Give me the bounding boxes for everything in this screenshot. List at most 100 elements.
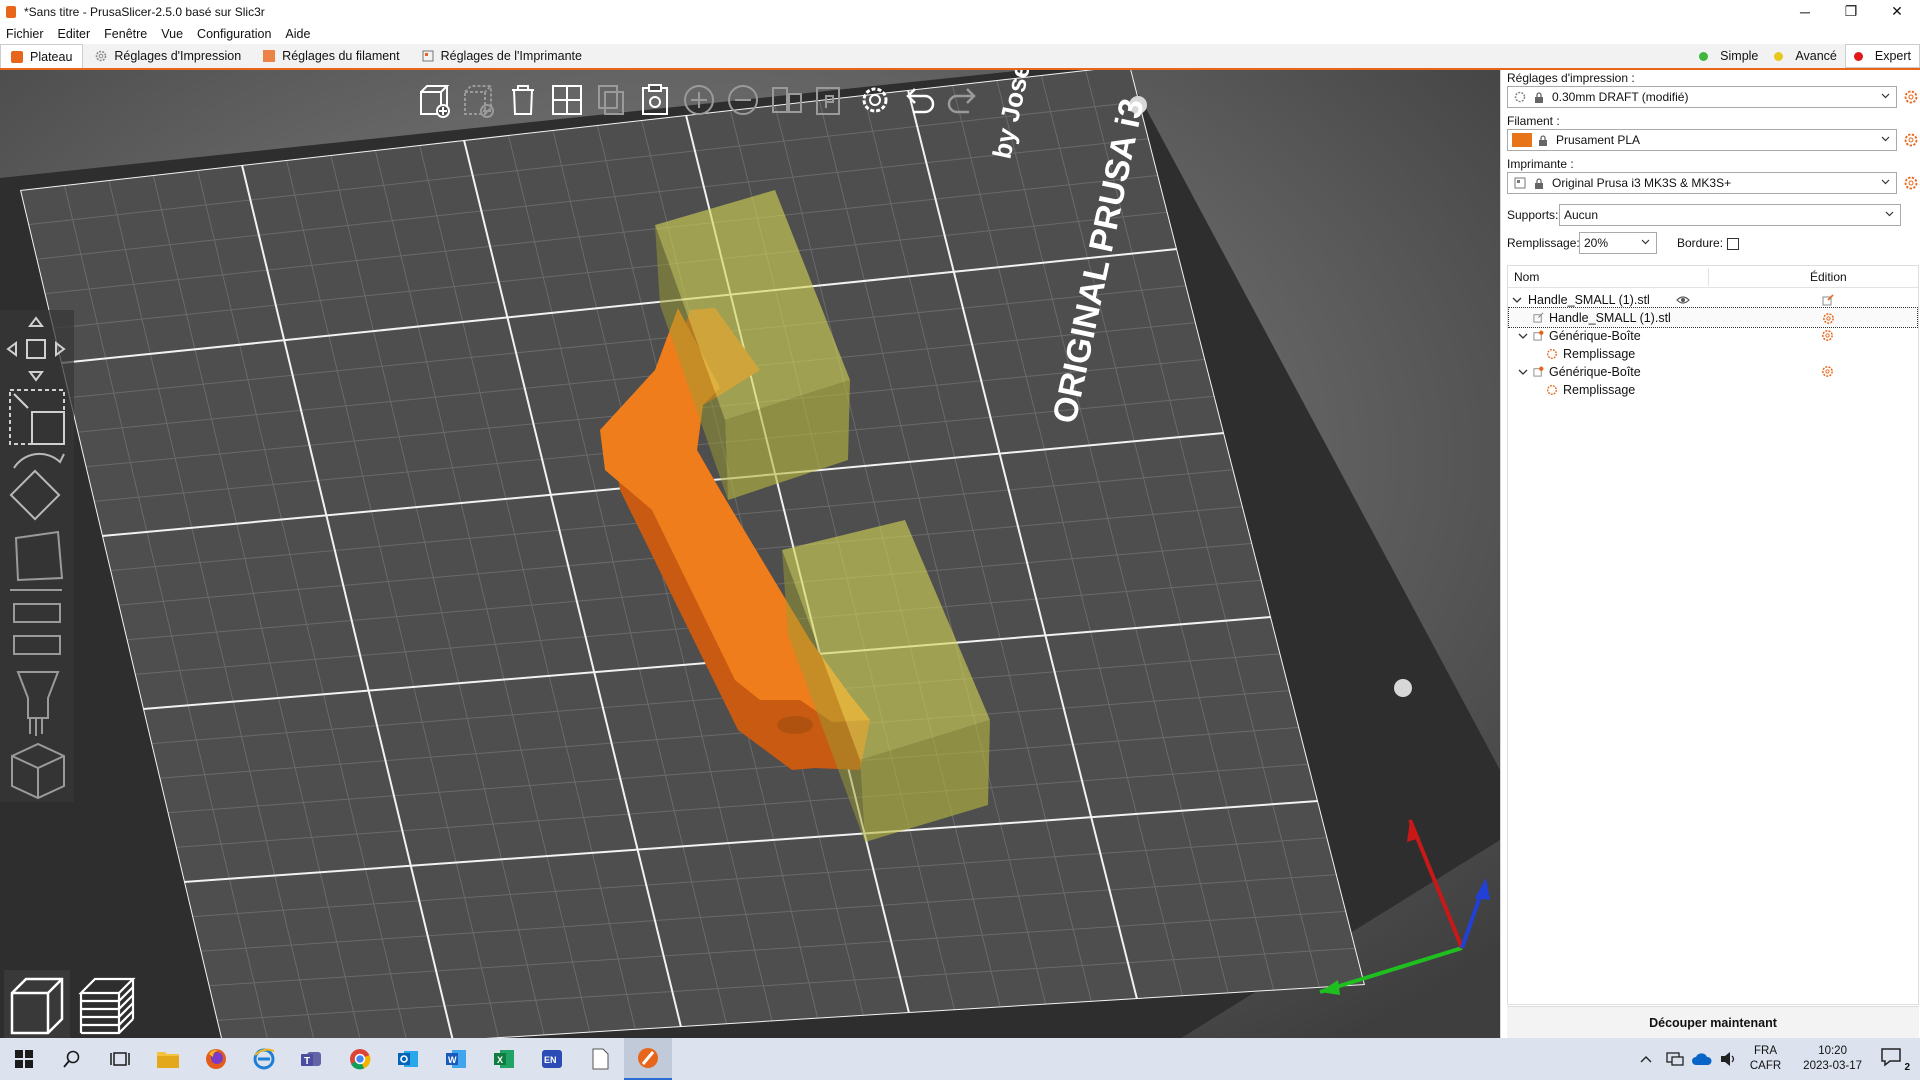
file-explorer-button[interactable] [144, 1038, 192, 1080]
copy-icon [598, 85, 624, 115]
word-button[interactable]: W [432, 1038, 480, 1080]
tab-filament-settings[interactable]: Réglages du filament [253, 44, 409, 68]
menu-vue[interactable]: Vue [161, 27, 183, 41]
chevron-up-icon[interactable] [1640, 1054, 1652, 1064]
delete-object-icon [464, 85, 494, 118]
search-icon [63, 1050, 80, 1068]
chrome-button[interactable] [336, 1038, 384, 1080]
printer-icon [422, 50, 434, 62]
printer-edit-gear-icon[interactable] [1903, 175, 1919, 191]
document-app-button[interactable] [576, 1038, 624, 1080]
menu-configuration[interactable]: Configuration [197, 27, 271, 41]
object-list-header: Nom Édition [1508, 266, 1918, 288]
input-language[interactable]: FRA CAFR [1750, 1044, 1781, 1074]
supports-combo[interactable]: Aucun [1559, 204, 1901, 226]
scale-gizmo-icon[interactable] [9, 389, 65, 445]
print-settings-combo[interactable]: 0.30mm DRAFT (modifié) [1507, 86, 1897, 108]
tab-print-settings[interactable]: Réglages d'Impression [85, 44, 251, 68]
3d-viewport[interactable]: ORIGINAL PRUSA i3 by Josef [0, 70, 1500, 1038]
edit-column-header[interactable]: Édition [1810, 270, 1847, 284]
printer-combo[interactable]: Original Prusa i3 MK3S & MK3S+ [1507, 172, 1897, 194]
support-paint-gizmo-icon[interactable] [16, 671, 60, 736]
place-on-face-gizmo-icon[interactable] [10, 530, 64, 591]
search-button[interactable] [48, 1038, 96, 1080]
chevron-down-icon[interactable] [1518, 367, 1528, 377]
notification-center-button[interactable]: 2 [1880, 1047, 1910, 1073]
printer-value: Original Prusa i3 MK3S & MK3S+ [1552, 176, 1732, 190]
redo-button[interactable] [943, 78, 983, 122]
menu-fichier[interactable]: Fichier [6, 27, 44, 41]
tab-plateau[interactable]: Plateau [0, 44, 84, 68]
lock-icon [1535, 177, 1543, 189]
teams-button[interactable]: T [288, 1038, 336, 1080]
add-instance-button[interactable] [679, 78, 719, 122]
filament-combo[interactable]: Prusament PLA [1507, 129, 1897, 151]
clock[interactable]: 10:20 2023-03-17 [1803, 1044, 1862, 1074]
layers-icon [78, 977, 136, 1035]
chevron-down-icon[interactable] [1512, 295, 1522, 305]
split-parts-button[interactable] [811, 78, 851, 122]
tab-filament-settings-label: Réglages du filament [282, 49, 400, 63]
chevron-down-icon[interactable] [1518, 331, 1528, 341]
delete-all-button[interactable] [503, 78, 543, 122]
menu-editer[interactable]: Editer [58, 27, 91, 41]
remove-instance-button[interactable] [723, 78, 763, 122]
slice-now-button[interactable]: Découper maintenant [1507, 1006, 1919, 1038]
object-edit-icon[interactable] [1822, 294, 1834, 306]
mode-avance[interactable]: Avancé [1766, 44, 1844, 68]
firefox-button[interactable] [192, 1038, 240, 1080]
undo-icon [906, 88, 935, 114]
prusaslicer-taskbar-button[interactable] [624, 1038, 672, 1080]
language-app-button[interactable]: EN [528, 1038, 576, 1080]
undo-button[interactable] [899, 78, 939, 122]
cut-gizmo-icon[interactable] [13, 603, 61, 655]
copy-button[interactable] [591, 78, 631, 122]
infill-label: Remplissage: [1507, 236, 1580, 250]
teams-icon: T [301, 1052, 321, 1067]
infill-combo[interactable]: 20% [1579, 232, 1657, 254]
onedrive-cloud-icon[interactable] [1691, 1052, 1712, 1066]
minimize-button[interactable]: ─ [1782, 0, 1828, 23]
measure-gizmo-icon[interactable] [11, 742, 65, 800]
menu-fenetre[interactable]: Fenêtre [104, 27, 147, 41]
add-button[interactable] [415, 78, 455, 122]
tree-setting-row[interactable]: Remplissage [1508, 379, 1918, 400]
delete-button[interactable] [459, 78, 499, 122]
mode-switcher: Simple Avancé Expert [1691, 44, 1920, 68]
rotate-gizmo-icon[interactable] [9, 452, 65, 521]
svg-text:X: X [497, 1055, 503, 1065]
cog-icon[interactable] [1822, 312, 1835, 325]
start-button[interactable] [0, 1038, 48, 1080]
cog-icon[interactable] [1821, 329, 1834, 342]
menu-aide[interactable]: Aide [285, 27, 310, 41]
cog-icon[interactable] [1821, 365, 1834, 378]
name-column-header[interactable]: Nom [1514, 270, 1539, 284]
task-view-button[interactable] [96, 1038, 144, 1080]
mode-expert-label: Expert [1874, 49, 1911, 63]
speaker-icon[interactable] [1720, 1051, 1738, 1067]
brim-checkbox[interactable] [1727, 238, 1739, 250]
modifier-name: Générique-Boîte [1549, 328, 1641, 343]
excel-button[interactable]: X [480, 1038, 528, 1080]
move-gizmo-icon[interactable] [6, 316, 66, 382]
print-settings-edit-gear-icon[interactable] [1903, 89, 1919, 105]
tab-printer-settings[interactable]: Réglages de l'Imprimante [412, 44, 592, 68]
menu-bar: Fichier Editer Fenêtre Vue Configuration… [0, 23, 1920, 44]
paste-button[interactable] [635, 78, 675, 122]
mode-expert[interactable]: Expert [1844, 44, 1920, 68]
preview-button[interactable] [74, 970, 140, 1038]
network-icon[interactable] [1666, 1051, 1684, 1067]
edge-button[interactable] [240, 1038, 288, 1080]
close-button[interactable]: ✕ [1874, 0, 1920, 23]
maximize-button[interactable]: ❐ [1828, 0, 1874, 23]
eye-icon[interactable] [1676, 295, 1690, 305]
variable-layer-height-button[interactable] [855, 78, 895, 122]
mode-simple[interactable]: Simple [1691, 44, 1766, 68]
mode-simple-dot-icon [1699, 51, 1709, 61]
outlook-button[interactable] [384, 1038, 432, 1080]
filament-edit-gear-icon[interactable] [1903, 132, 1919, 148]
supports-label: Supports: [1507, 208, 1559, 222]
arrange-button[interactable] [547, 78, 587, 122]
split-objects-button[interactable] [767, 78, 807, 122]
3d-view-button[interactable] [4, 970, 70, 1038]
